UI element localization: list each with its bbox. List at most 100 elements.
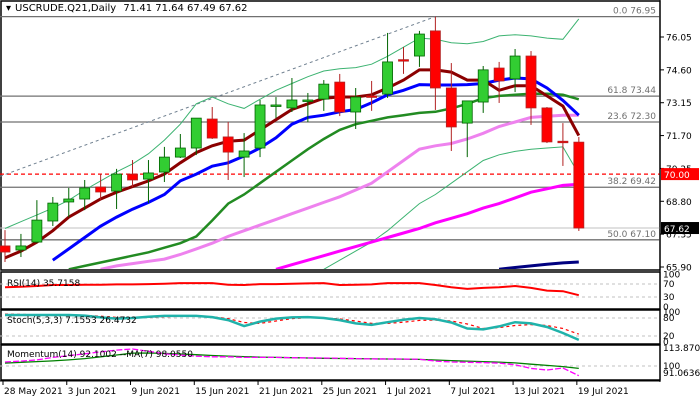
candle-body [127, 173, 138, 181]
time-tick-label: 9 Jun 2021 [132, 387, 180, 397]
price-tick-label: 73.15 [666, 99, 692, 109]
main-plot [0, 15, 660, 269]
candle-body [477, 69, 489, 103]
candle-body [111, 173, 122, 192]
level-70-tag: 70.00 [664, 171, 690, 181]
candle-body [445, 87, 457, 128]
candle [111, 168, 122, 209]
candle-body [302, 99, 314, 102]
candle [541, 107, 553, 144]
candle-body [350, 96, 362, 113]
time-tick-label: 15 Jun 2021 [195, 387, 249, 397]
candle-body [31, 219, 43, 243]
rsi-tick-label: 100 [663, 270, 680, 280]
ma-blue-line [51, 76, 580, 262]
candle-body [334, 81, 346, 113]
rsi-line [4, 282, 580, 297]
candle [286, 78, 298, 113]
candle [47, 196, 59, 226]
candle-body [254, 104, 266, 149]
candle-body [238, 150, 250, 158]
price-tick-label: 71.70 [666, 132, 692, 142]
price-tick-label: 68.80 [666, 198, 692, 208]
candle [398, 46, 409, 74]
candle [573, 136, 585, 231]
candle [63, 187, 75, 218]
candle-body [382, 61, 393, 95]
candle-body [270, 104, 282, 107]
candle [270, 97, 282, 119]
candle-body [461, 100, 473, 124]
candle-body [557, 140, 569, 144]
time-tick-label: 21 Jun 2021 [259, 387, 313, 397]
price-tick-label: 74.60 [666, 66, 692, 76]
chart-window: 0.0 76.95 61.8 73.44 23.6 72.30 38.2 69.42 5… [0, 0, 700, 400]
candle-body [15, 245, 27, 251]
candle-body [414, 33, 425, 57]
candle [222, 121, 234, 180]
ohlc-values: 71.41 71.64 67.49 67.62 [123, 3, 248, 14]
candle-body [222, 136, 234, 153]
candle-body [79, 187, 91, 200]
candle [414, 30, 425, 67]
candle [382, 32, 393, 98]
momentum-tick-label: 113.8705 [663, 344, 700, 354]
rsi-tick-label: 70 [663, 280, 675, 290]
candle-body [190, 117, 202, 149]
symbol-label: USCRUDE.Q21,Daily [15, 3, 117, 14]
candle [206, 107, 218, 139]
candle-body [95, 186, 107, 193]
candle-body [286, 99, 298, 109]
rsi-plot [0, 282, 660, 298]
candle [31, 200, 43, 243]
candle-body [541, 107, 553, 143]
candle [445, 63, 457, 151]
candle [174, 133, 186, 159]
bollinger-lower-band [323, 146, 580, 269]
candle-body [143, 172, 154, 180]
time-tick-label: 25 Jun 2021 [323, 387, 377, 397]
ma-navy-line [498, 260, 579, 269]
candle-body [47, 202, 59, 222]
fib-level-label: 61.8 73.44 [607, 86, 656, 96]
collapse-triangle-icon[interactable]: ▾ [6, 3, 11, 14]
time-tick-label: 7 Jul 2021 [450, 387, 495, 397]
rsi-title: RSI(14) 35.7158 [7, 279, 80, 289]
candle-body [366, 95, 378, 98]
time-tick-label: 1 Jul 2021 [387, 387, 432, 397]
candle-body [509, 55, 521, 80]
time-tick-label: 19 Jul 2021 [578, 387, 629, 397]
fib-level-label: 23.6 72.30 [607, 112, 656, 122]
candle-body [493, 67, 505, 82]
stoch-title: Stoch(5,3,3) 7.1553 26.4732 [7, 316, 137, 326]
candle-body [0, 245, 11, 253]
candle [461, 100, 473, 158]
time-tick-label: 13 Jul 2021 [514, 387, 565, 397]
fib-level-label: 50.0 67.10 [607, 230, 656, 240]
candle-body [398, 59, 409, 62]
candle-body [158, 156, 170, 173]
candle [318, 80, 330, 111]
candle [334, 73, 346, 117]
time-tick-label: 28 May 2021 [4, 387, 63, 397]
fib-level-label: 0.0 76.95 [613, 7, 656, 17]
stoch-tick-label: 80 [663, 314, 675, 324]
momentum-tick-label: 91.0636 [663, 369, 700, 379]
candle-body [525, 55, 537, 109]
price-chart[interactable]: 0.0 76.95 61.8 73.44 23.6 72.30 38.2 69.42 5… [0, 0, 700, 400]
ma-magenta-line [275, 182, 579, 269]
candle [525, 51, 537, 125]
candle [366, 80, 378, 111]
price-tick-label: 76.05 [666, 34, 692, 44]
candle-body [318, 83, 330, 100]
candle [557, 123, 569, 166]
candle [477, 66, 489, 113]
chart-header: ▾ USCRUDE.Q21,Daily 71.41 71.64 67.49 67.… [6, 3, 251, 14]
time-tick-label: 3 Jun 2021 [68, 387, 116, 397]
candle-body [206, 118, 218, 139]
fib-level-label: 38.2 69.42 [607, 177, 656, 187]
candle-body [63, 198, 75, 203]
candle-body [573, 141, 585, 229]
candle-body [174, 147, 186, 158]
current-price-tag: 67.62 [664, 225, 690, 235]
